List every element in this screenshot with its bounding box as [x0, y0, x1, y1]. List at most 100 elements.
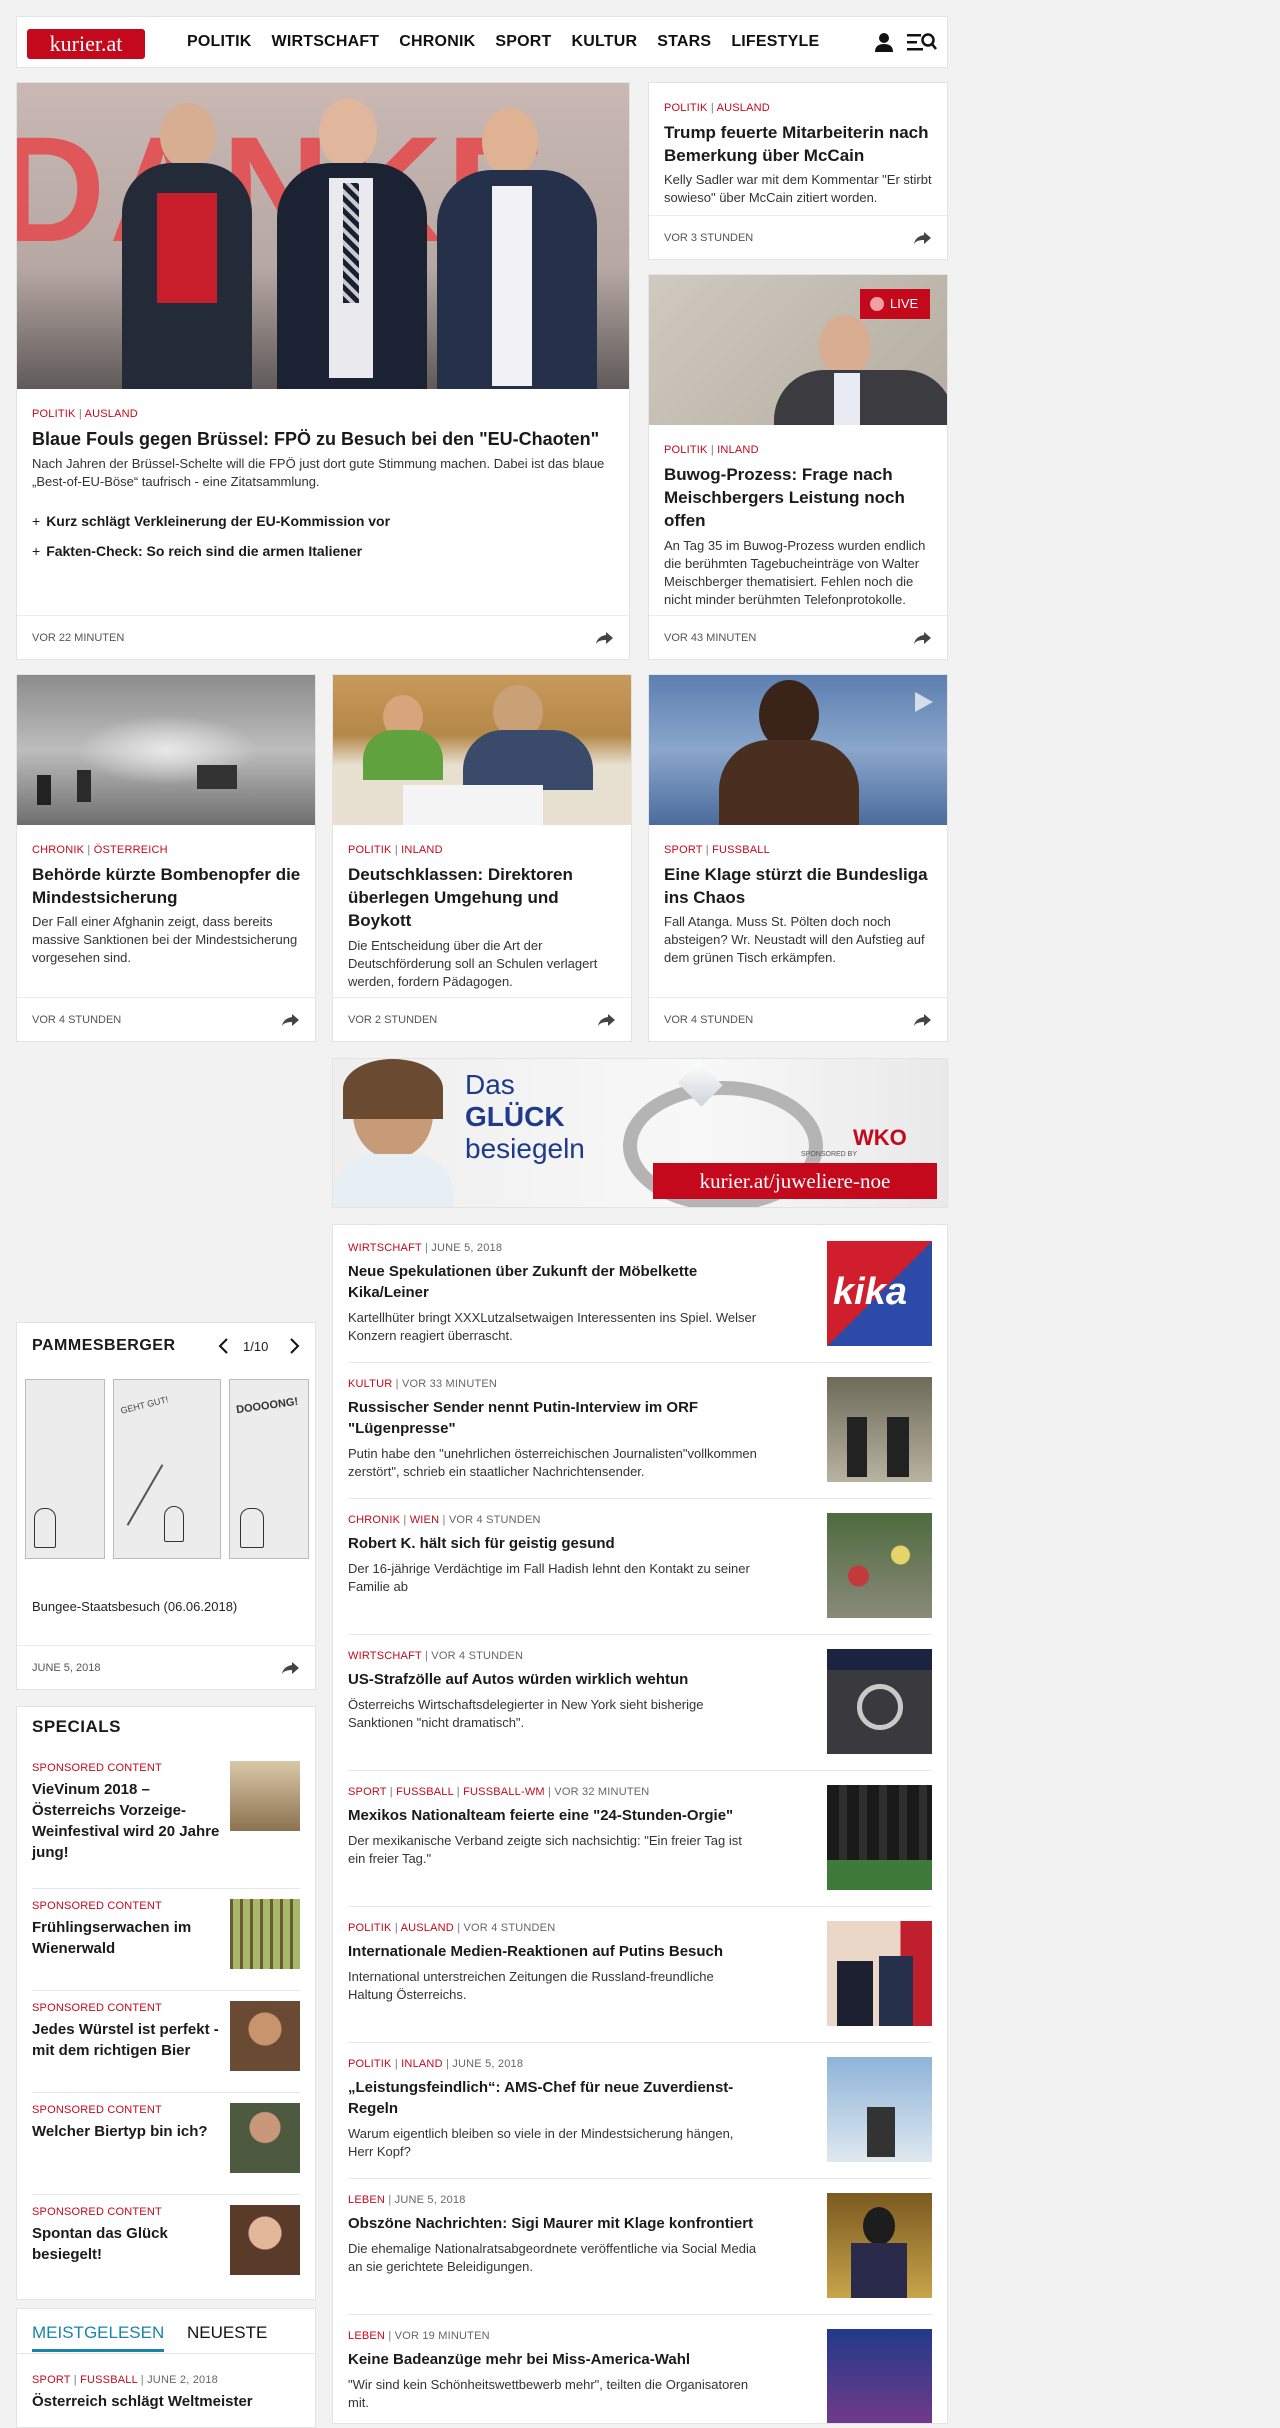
- special-item[interactable]: SPONSORED CONTENT Jedes Würstel ist perf…: [32, 2001, 300, 2093]
- article-thumbnail[interactable]: [827, 1785, 932, 1890]
- special-thumbnail[interactable]: [230, 2001, 300, 2071]
- special-item[interactable]: SPONSORED CONTENT Spontan das Glück besi…: [32, 2205, 300, 2291]
- main-nav: POLITIK WIRTSCHAFT CHRONIK SPORT KULTUR …: [187, 33, 839, 51]
- list-item[interactable]: CHRONIK | WIEN | VOR 4 STUNDEN Robert K.…: [348, 1513, 932, 1635]
- list-item[interactable]: POLITIK | AUSLAND | VOR 4 STUNDEN Intern…: [348, 1921, 932, 2043]
- timestamp: VOR 4 STUNDEN: [664, 1013, 754, 1026]
- timestamp: VOR 43 MINUTEN: [664, 631, 757, 644]
- widget-footer: JUNE 5, 2018: [17, 1645, 315, 1689]
- nav-wirtschaft[interactable]: WIRTSCHAFT: [272, 33, 380, 51]
- ad-sponsor: SPONSORED BY: [801, 1151, 858, 1158]
- share-icon[interactable]: [282, 1013, 300, 1027]
- widget-title: PAMMESBERGER: [32, 1337, 176, 1354]
- nav-stars[interactable]: STARS: [657, 33, 711, 51]
- side-article-2[interactable]: LIVE POLITIK | INLAND Buwog-Prozess: Fra…: [648, 274, 948, 660]
- nav-chronik[interactable]: CHRONIK: [399, 33, 475, 51]
- share-icon[interactable]: [596, 631, 614, 645]
- chevron-right-icon[interactable]: [287, 1337, 301, 1355]
- timestamp: VOR 2 STUNDEN: [348, 1013, 438, 1026]
- list-item[interactable]: LEBEN | JUNE 5, 2018 Obszöne Nachrichten…: [348, 2193, 932, 2315]
- article-thumbnail[interactable]: [827, 2193, 932, 2298]
- user-icon[interactable]: [873, 31, 895, 53]
- list-item[interactable]: WIRTSCHAFT | JUNE 5, 2018 Neue Spekulati…: [348, 1241, 932, 1363]
- wko-logo: WKO: [853, 1125, 907, 1150]
- article-thumbnail[interactable]: [827, 2057, 932, 2162]
- tab-neueste[interactable]: NEUESTE: [187, 2323, 267, 2343]
- row-article-2[interactable]: POLITIK | INLAND Deutschklassen: Direkto…: [332, 674, 632, 1042]
- related-link-2[interactable]: + Fakten-Check: So reich sind die armen I…: [32, 543, 362, 559]
- share-icon[interactable]: [914, 631, 932, 645]
- share-icon[interactable]: [914, 1013, 932, 1027]
- article-title[interactable]: Deutschklassen: Direktoren überlegen Umg…: [348, 863, 623, 932]
- cartoon-strip[interactable]: GEHT GUT! DOOOONG!: [25, 1379, 309, 1559]
- slide-counter: 1/10: [243, 1339, 269, 1354]
- article-footer: VOR 3 STUNDEN: [649, 215, 947, 259]
- timestamp: JUNE 5, 2018: [32, 1661, 101, 1674]
- chevron-left-icon[interactable]: [217, 1337, 231, 1355]
- live-badge: LIVE: [860, 289, 930, 319]
- share-icon[interactable]: [282, 1661, 300, 1675]
- news-list: WIRTSCHAFT | JUNE 5, 2018 Neue Spekulati…: [332, 1224, 948, 2424]
- ad-headline: Das GLÜCK besiegeln: [465, 1069, 585, 1164]
- advertisement-banner[interactable]: Das GLÜCK besiegeln SPONSORED BY WKO kur…: [332, 1058, 948, 1208]
- cartoon-widget: PAMMESBERGER 1/10 GEHT GUT! DOOOONG! Bun…: [16, 1322, 316, 1690]
- nav-politik[interactable]: POLITIK: [187, 33, 252, 51]
- list-item[interactable]: POLITIK | INLAND | JUNE 5, 2018 „Leistun…: [348, 2057, 932, 2179]
- video-play-icon[interactable]: [909, 689, 935, 715]
- special-thumbnail[interactable]: [230, 1899, 300, 1969]
- hero-category[interactable]: POLITIK | AUSLAND: [32, 407, 138, 421]
- side-article-1[interactable]: POLITIK | AUSLAND Trump feuerte Mitarbei…: [648, 82, 948, 260]
- article-title[interactable]: Österreich schlägt Weltmeister: [32, 2393, 253, 2410]
- share-icon[interactable]: [598, 1013, 616, 1027]
- article-thumbnail[interactable]: [827, 1513, 932, 1618]
- most-read-widget: MEISTGELESEN NEUESTE SPORT | FUSSBALL | …: [16, 2308, 316, 2428]
- search-menu-icon[interactable]: [907, 31, 937, 53]
- category[interactable]: CHRONIK | ÖSTERREICH: [32, 843, 168, 857]
- category[interactable]: SPORT | FUSSBALL | JUNE 2, 2018: [32, 2373, 218, 2387]
- article-thumbnail[interactable]: [827, 2329, 932, 2423]
- article-thumbnail[interactable]: kika: [827, 1241, 932, 1346]
- related-link-1[interactable]: + Kurz schlägt Verkleinerung der EU-Kommi…: [32, 513, 390, 529]
- timestamp: VOR 4 STUNDEN: [32, 1013, 122, 1026]
- ad-url[interactable]: kurier.at/juweliere-noe: [653, 1163, 937, 1199]
- article-thumbnail[interactable]: [827, 1649, 932, 1754]
- nav-sport[interactable]: SPORT: [495, 33, 551, 51]
- nav-kultur[interactable]: KULTUR: [571, 33, 637, 51]
- share-icon[interactable]: [914, 231, 932, 245]
- article-thumbnail[interactable]: [827, 1377, 932, 1482]
- row-article-1[interactable]: CHRONIK | ÖSTERREICH Behörde kürzte Bomb…: [16, 674, 316, 1042]
- tab-meistgelesen[interactable]: MEISTGELESEN: [32, 2323, 165, 2352]
- special-item[interactable]: SPONSORED CONTENT VieVinum 2018 – Österr…: [32, 1761, 300, 1889]
- nav-lifestyle[interactable]: LIFESTYLE: [731, 33, 819, 51]
- article-teaser: Die Entscheidung über die Art der Deutsc…: [348, 938, 598, 989]
- hero-article[interactable]: DANKE POLITIK | AUSLAND Blaue Fouls gege…: [16, 82, 630, 660]
- plus-icon: +: [32, 513, 41, 529]
- article-image: [649, 675, 947, 825]
- category[interactable]: POLITIK | INLAND: [348, 843, 443, 857]
- category[interactable]: POLITIK | AUSLAND: [664, 101, 770, 115]
- list-item[interactable]: SPORT | FUSSBALL | FUSSBALL-WM | VOR 32 …: [348, 1785, 932, 1907]
- article-title[interactable]: Trump feuerte Mitarbeiterin nach Bemerku…: [664, 121, 939, 167]
- special-thumbnail[interactable]: [230, 2103, 300, 2173]
- article-title[interactable]: Behörde kürzte Bombenopfer die Mindestsi…: [32, 863, 307, 909]
- logo[interactable]: kurier.at: [27, 29, 145, 59]
- widget-title: SPECIALS: [32, 1717, 122, 1736]
- category[interactable]: SPORT | FUSSBALL: [664, 843, 770, 857]
- special-item[interactable]: SPONSORED CONTENT Welcher Biertyp bin ic…: [32, 2103, 300, 2195]
- special-thumbnail[interactable]: [230, 1761, 300, 1831]
- special-thumbnail[interactable]: [230, 2205, 300, 2275]
- article-title[interactable]: Eine Klage stürzt die Bundesliga ins Cha…: [664, 863, 939, 909]
- article-thumbnail[interactable]: [827, 1921, 932, 2026]
- category[interactable]: POLITIK | INLAND: [664, 443, 759, 457]
- row-article-3[interactable]: SPORT | FUSSBALL Eine Klage stürzt die B…: [648, 674, 948, 1042]
- article-teaser: Fall Atanga. Muss St. Pölten doch noch a…: [664, 914, 925, 965]
- list-item[interactable]: LEBEN | VOR 19 MINUTEN Keine Badeanzüge …: [348, 2329, 932, 2423]
- special-item[interactable]: SPONSORED CONTENT Frühlingserwachen im W…: [32, 1899, 300, 1991]
- site-header: kurier.at POLITIK WIRTSCHAFT CHRONIK SPO…: [16, 16, 948, 68]
- article-teaser: Kelly Sadler war mit dem Kommentar "Er s…: [664, 172, 932, 205]
- hero-title[interactable]: Blaue Fouls gegen Brüssel: FPÖ zu Besuch…: [32, 427, 612, 451]
- article-title[interactable]: Buwog-Prozess: Frage nach Meischbergers …: [664, 463, 939, 532]
- article-image: [333, 675, 631, 825]
- list-item[interactable]: WIRTSCHAFT | VOR 4 STUNDEN US-Strafzölle…: [348, 1649, 932, 1771]
- list-item[interactable]: KULTUR | VOR 33 MINUTEN Russischer Sende…: [348, 1377, 932, 1499]
